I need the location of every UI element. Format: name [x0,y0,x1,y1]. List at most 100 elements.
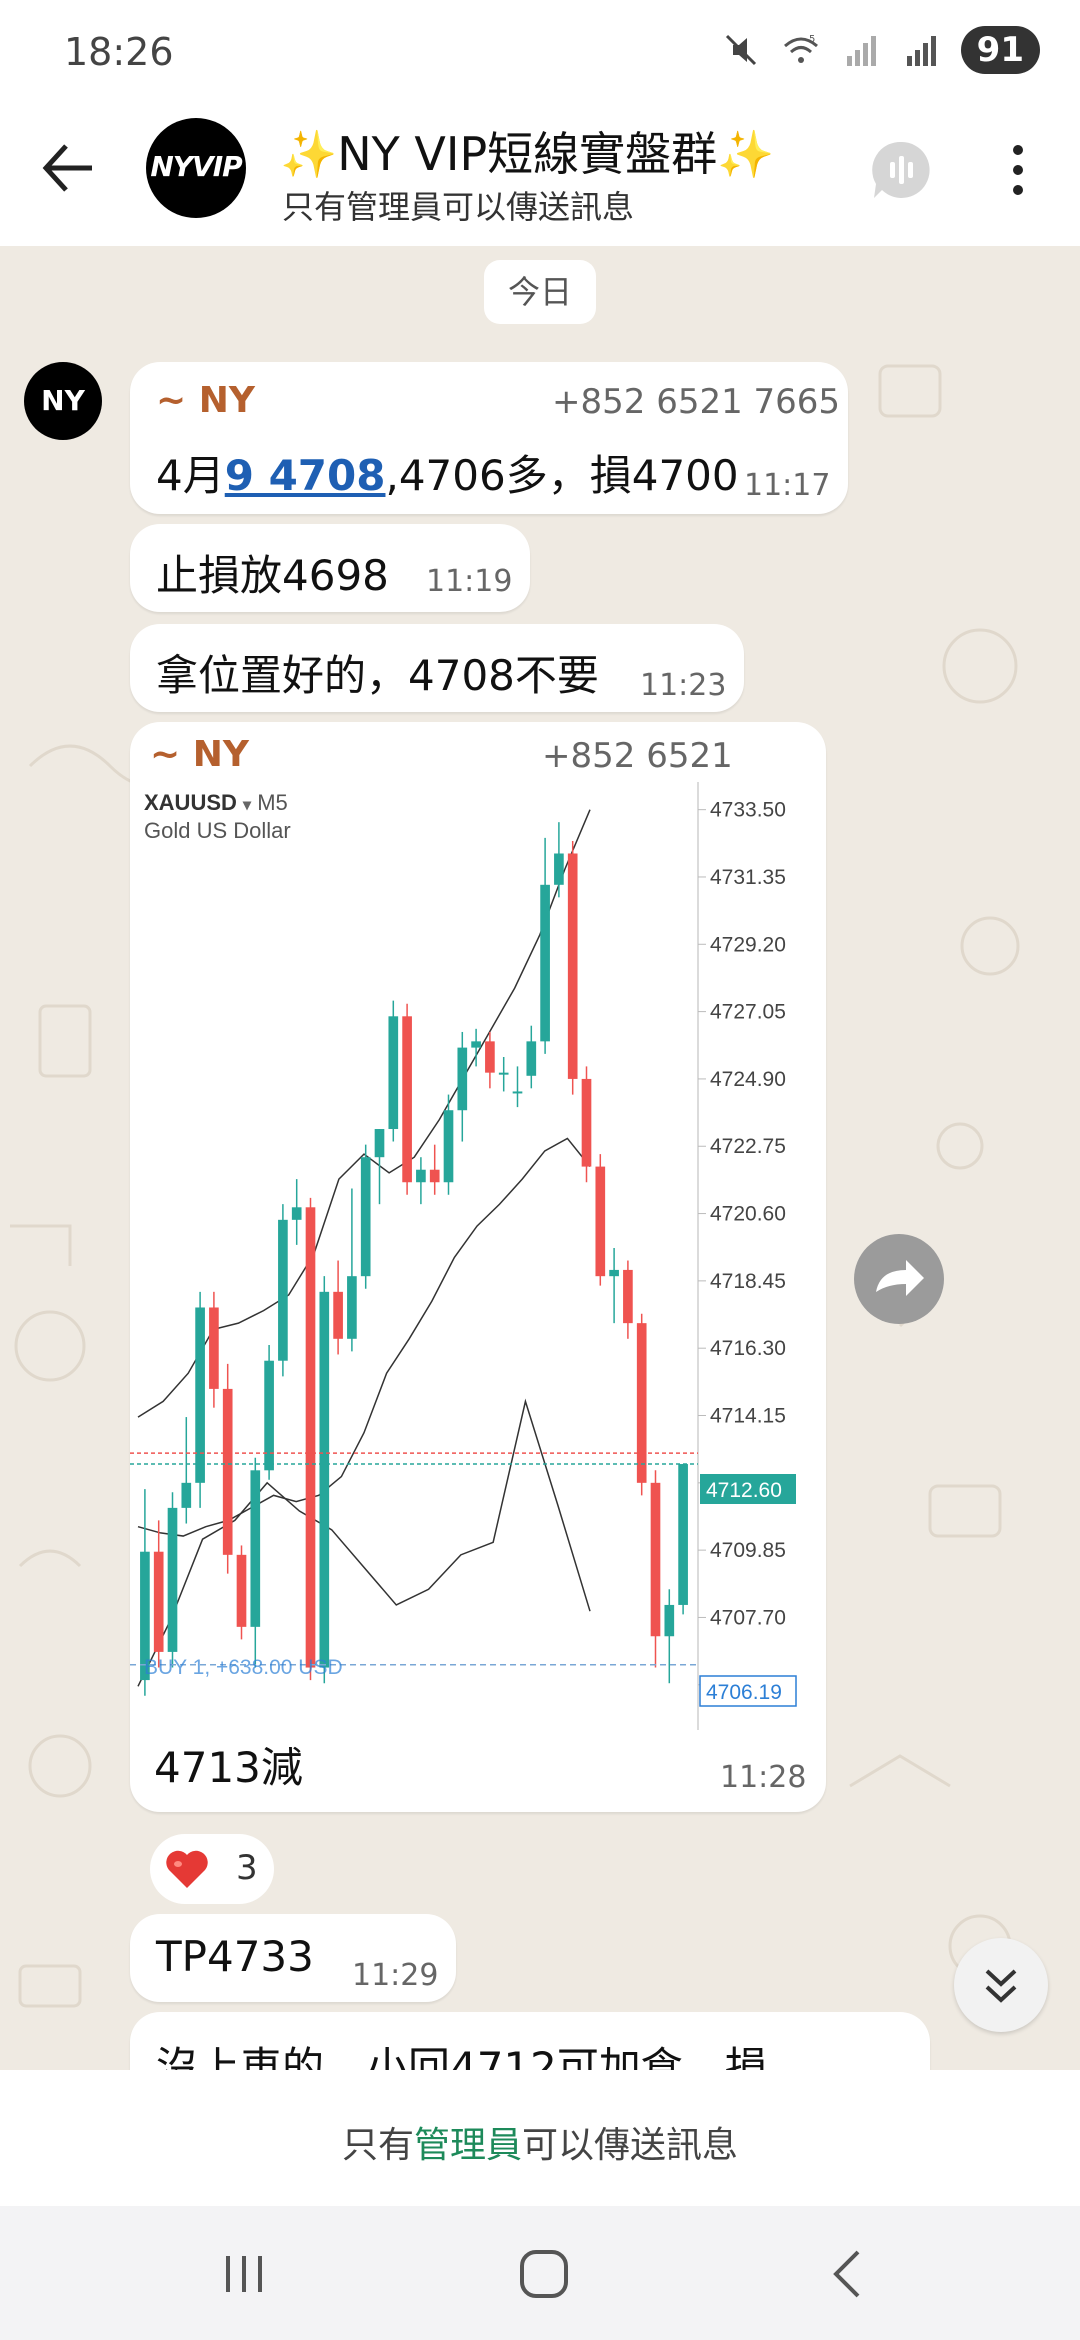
scroll-to-bottom-button[interactable] [954,1938,1048,2032]
position-label: BUY 1, +638.00 USD [144,1656,343,1679]
candlestick-chart: XAUUSD ▾ M5 Gold US Dollar 4733.50 4731.3… [130,782,797,1730]
message-bubble-6[interactable]: 沒上車的，小回4712可加倉，損 [130,2012,930,2070]
candle-body [222,1388,233,1555]
footer-notice: 只有管理員可以傳送訊息 [0,2116,1080,2168]
forward-icon [876,1260,924,1296]
recent-apps-icon[interactable] [214,2244,274,2304]
candle-body [650,1482,661,1637]
message-time: 11:23 [640,668,727,703]
price-tick-label: 4731.35 [710,866,786,889]
group-subtitle: 只有管理員可以傳送訊息 [282,188,635,226]
back-icon[interactable] [818,2244,878,2304]
chart-description: Gold US Dollar [144,818,291,843]
price-tick-label: 4714.15 [710,1405,786,1428]
message-bubble-2[interactable]: 止損放4698 11:19 [130,524,530,612]
candle-body [333,1291,343,1339]
candle-body [278,1219,288,1361]
message-bubble-3[interactable]: 拿位置好的，4708不要 11:23 [130,624,744,712]
candle-body [360,1157,371,1277]
candle-body [319,1291,330,1668]
candle-body [471,1041,481,1048]
date-chip: 今日 [484,260,596,324]
footer-suffix: 可以傳送訊息 [522,2125,739,2166]
sender-name[interactable]: ~ NY [150,734,249,775]
back-arrow-icon[interactable] [36,136,100,200]
double-chevron-down-icon [985,1969,1017,2003]
message-text: TP4733 [156,1932,314,1981]
price-tick-label: 4718.45 [710,1270,786,1293]
message-time: 11:28 [720,1760,807,1795]
price-tick-label: 4733.50 [710,799,786,822]
candle-body [402,1016,412,1183]
message-text-prefix: 4月 [156,451,225,500]
message-bubble-1[interactable]: ~ NY +852 6521 7665 4月9 4708,4706多，損4700… [130,362,848,514]
forward-button[interactable] [854,1234,944,1324]
candle-body [595,1166,606,1277]
candle-body [512,1091,523,1094]
candle-body [498,1072,509,1075]
candle-body [153,1551,164,1652]
band-lower [137,1398,591,1687]
signal-icon-2 [906,36,936,66]
candle-body [305,1207,316,1668]
candle-body [457,1047,468,1111]
group-title[interactable]: ✨NY VIP短線實盤群✨ [280,118,774,184]
message-caption: 4713減 [154,1743,303,1792]
price-tick-label: 4716.30 [710,1337,786,1360]
group-avatar-logo: NYVIP [150,150,242,183]
candle-body [443,1110,454,1183]
price-tick-label: 4727.05 [710,1001,786,1024]
candle-body [678,1464,688,1605]
group-avatar[interactable]: NYVIP [146,118,246,218]
chart-symbol-dropdown: ▾ [242,797,252,814]
candle-body [581,1078,592,1167]
heart-icon [166,1850,208,1888]
price-axis-ticks: 4733.50 4731.35 4729.20 4727.05 4724.90 4722.… [698,799,786,1697]
message-text: 4月9 4708,4706多，損4700 [156,442,739,503]
candle-body [554,853,564,885]
message-text-suffix: ,4706多，損4700 [385,451,739,500]
price-tick-label: 4722.75 [710,1135,786,1158]
candle-body [540,884,550,1042]
wifi-icon: 5 [783,34,818,63]
candle-body [195,1307,205,1483]
reaction-chip[interactable]: 3 [150,1834,274,1904]
message-text: 止損放4698 [156,551,389,600]
system-navigation-bar [0,2206,1080,2340]
candle-body [264,1360,274,1471]
candle-body [291,1207,302,1220]
candle-body [250,1470,261,1627]
chart-image[interactable]: XAUUSD ▾ M5 Gold US Dollar 4733.50 4731.3… [130,782,826,1730]
chat-header: NYVIP ✨NY VIP短線實盤群✨ 只有管理員可以傳送訊息 [0,110,1080,246]
status-time: 18:26 [64,30,174,74]
candle-body [567,853,578,1079]
candle-body [623,1269,633,1324]
message-link[interactable]: 9 4708 [225,451,386,500]
home-icon[interactable] [514,2244,574,2304]
reference-lines [130,1452,698,1666]
candle-body [416,1169,426,1183]
chat-area[interactable]: 今日 NY ~ NY +852 6521 7665 4月9 4708,4706多… [0,246,1080,2070]
admins-link[interactable]: 管理員 [414,2125,522,2166]
message-text: 沒上車的，小回4712可加倉，損 [156,2043,767,2070]
message-time: 11:17 [744,468,831,503]
candle-body [485,1041,495,1073]
candle-body [374,1129,385,1158]
message-bubble-5[interactable]: TP4733 11:29 [130,1914,456,2002]
sender-name[interactable]: ~ NY [156,380,255,421]
more-options-icon[interactable] [998,140,1038,200]
band-upper [137,809,591,1418]
message-time: 11:29 [352,1958,439,1993]
candle-body [347,1276,357,1339]
candle-body [167,1507,178,1652]
chart-symbol: XAUUSD ▾ M5 [144,790,288,815]
mute-icon [725,34,756,66]
reaction-count: 3 [236,1848,258,1888]
candles [140,822,688,1696]
message-time: 11:19 [426,564,513,599]
sender-avatar[interactable]: NY [24,362,102,440]
voice-chat-icon[interactable] [868,136,936,204]
footer-prefix: 只有 [341,2125,414,2166]
entry-price-label: 4706.19 [706,1681,782,1704]
current-price-label: 4712.60 [706,1479,782,1502]
